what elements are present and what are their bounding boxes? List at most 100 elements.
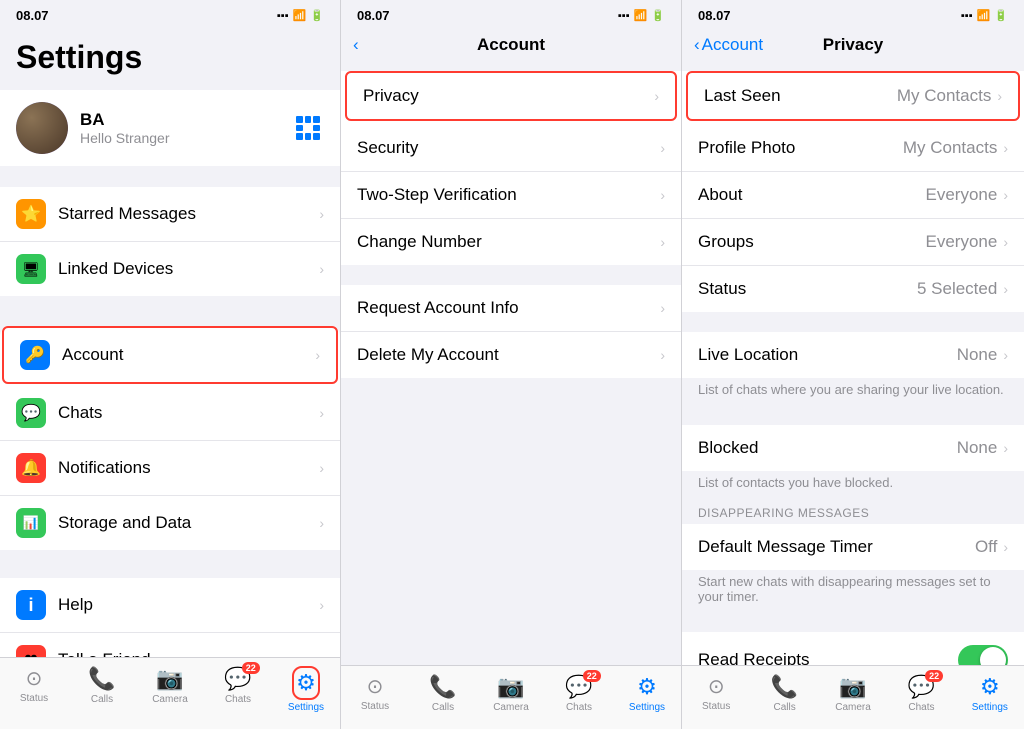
account-icon: 🔑 [20,340,50,370]
starred-label: Starred Messages [58,204,307,224]
blocked-label: Blocked [698,438,957,458]
groups-chevron: › [1003,234,1008,250]
row-privacy[interactable]: Privacy › [345,71,677,121]
linked-chevron: › [319,261,324,277]
privacy-back-button[interactable]: ‹ Account [694,35,763,55]
row-about[interactable]: About Everyone › [682,172,1024,219]
row-blocked[interactable]: Blocked None › [682,425,1024,471]
tab-status-1[interactable]: ⊙ Status [0,666,68,713]
back-chevron-3: ‹ [694,35,700,55]
account-divider [341,265,681,285]
row-delete-account[interactable]: Delete My Account › [341,332,681,378]
tab-calls-2[interactable]: 📞 Calls [409,674,477,713]
row-starred-messages[interactable]: ⭐ Starred Messages › [0,187,340,242]
row-account[interactable]: 🔑 Account › [2,326,338,384]
groups-label: Groups [698,232,926,252]
tab-settings-1[interactable]: ⚙ Settings [272,666,340,713]
status-tab-label: Status [20,693,48,704]
read-receipts-toggle[interactable] [958,645,1008,665]
tab-status-3[interactable]: ⊙ Status [682,674,750,713]
tab-chats-2[interactable]: 💬22 Chats [545,674,613,713]
account-label: Account [62,345,303,365]
profile-photo-chevron: › [1003,140,1008,156]
row-chats[interactable]: 💬 Chats › [0,386,340,441]
row-read-receipts[interactable]: Read Receipts [682,632,1024,665]
chats-badge-1: 22 [242,662,260,674]
row-status[interactable]: Status 5 Selected › [682,266,1024,312]
back-chevron-2: ‹ [353,35,359,55]
account-content: Privacy › Security › Two-Step Verificati… [341,67,681,665]
battery-icon-2: 🔋 [651,9,665,22]
section-help: i Help › ❤ Tell a Friend › [0,578,340,657]
time-1: 08.07 [16,8,49,23]
profile-photo-value: My Contacts [903,138,997,158]
profile-photo-label: Profile Photo [698,138,903,158]
live-location-value: None [957,345,998,365]
row-security[interactable]: Security › [341,125,681,172]
two-step-label: Two-Step Verification [357,185,660,205]
blocked-value: None [957,438,998,458]
account-nav-title: Account [477,35,545,55]
settings-tab-box: ⚙ [292,666,320,700]
row-request-info[interactable]: Request Account Info › [341,285,681,332]
notifications-icon: 🔔 [16,453,46,483]
security-label: Security [357,138,660,158]
status-privacy-label: Status [698,279,917,299]
chats-tab-icon: 💬22 [224,666,251,692]
panel-settings: 08.07 ▪▪▪ 📶 🔋 Settings BA Hello Stranger [0,0,341,729]
row-tell-friend[interactable]: ❤ Tell a Friend › [0,633,340,657]
profile-row[interactable]: BA Hello Stranger [0,90,340,166]
row-live-location[interactable]: Live Location None › [682,332,1024,378]
row-groups[interactable]: Groups Everyone › [682,219,1024,266]
disappearing-header: DISAPPEARING MESSAGES [682,498,1024,524]
profile-name: BA [80,110,170,130]
tab-bar-2: ⊙ Status 📞 Calls 📷 Camera 💬22 Chats ⚙ Se… [341,665,681,729]
default-timer-value: Off [975,537,997,557]
account-nav: ‹ Account [341,27,681,67]
row-storage[interactable]: 📊 Storage and Data › [0,496,340,550]
chats-tab-label: Chats [225,694,251,705]
tab-settings-3[interactable]: ⚙ Settings [956,674,1024,713]
qr-icon[interactable] [292,112,324,144]
status-bar-2: 08.07 ▪▪▪ 📶 🔋 [341,0,681,27]
battery-icon-3: 🔋 [994,9,1008,22]
tab-camera-2[interactable]: 📷 Camera [477,674,545,713]
tab-camera-1[interactable]: 📷 Camera [136,666,204,713]
camera-tab-label-2: Camera [493,702,529,713]
row-profile-photo[interactable]: Profile Photo My Contacts › [682,125,1024,172]
row-two-step[interactable]: Two-Step Verification › [341,172,681,219]
privacy-label: Privacy [363,86,654,106]
account-back-button[interactable]: ‹ [353,35,359,55]
tab-status-2[interactable]: ⊙ Status [341,674,409,713]
tab-calls-1[interactable]: 📞 Calls [68,666,136,713]
settings-tab-icon-3: ⚙ [980,674,1000,700]
privacy-section-5: Read Receipts [682,632,1024,665]
status-bar-1: 08.07 ▪▪▪ 📶 🔋 [0,0,340,27]
row-last-seen[interactable]: Last Seen My Contacts › [686,71,1020,121]
row-default-timer[interactable]: Default Message Timer Off › [682,524,1024,570]
tab-chats-1[interactable]: 💬22 Chats [204,666,272,713]
tab-settings-2[interactable]: ⚙ Settings [613,674,681,713]
tab-bar-3: ⊙ Status 📞 Calls 📷 Camera 💬22 Chats ⚙ Se… [682,665,1024,729]
status-tab-label-2: Status [361,701,389,712]
row-change-number[interactable]: Change Number › [341,219,681,265]
row-notifications[interactable]: 🔔 Notifications › [0,441,340,496]
last-seen-value: My Contacts [897,86,991,106]
chats-chevron: › [319,405,324,421]
row-linked-devices[interactable]: 🖥 Linked Devices › [0,242,340,296]
about-label: About [698,185,926,205]
starred-icon: ⭐ [16,199,46,229]
about-chevron: › [1003,187,1008,203]
row-help[interactable]: i Help › [0,578,340,633]
delete-account-label: Delete My Account [357,345,660,365]
section-starred-linked: ⭐ Starred Messages › 🖥 Linked Devices › [0,187,340,296]
toggle-knob [980,647,1006,665]
status-tab-icon-3: ⊙ [708,674,725,699]
settings-title: Settings [16,35,324,84]
status-icons-2: ▪▪▪ 📶 🔋 [618,9,665,22]
settings-tab-icon: ⚙ [296,670,316,695]
tab-chats-3[interactable]: 💬22 Chats [887,674,955,713]
tab-camera-3[interactable]: 📷 Camera [819,674,887,713]
settings-tab-label-2: Settings [629,702,665,713]
tab-calls-3[interactable]: 📞 Calls [750,674,818,713]
